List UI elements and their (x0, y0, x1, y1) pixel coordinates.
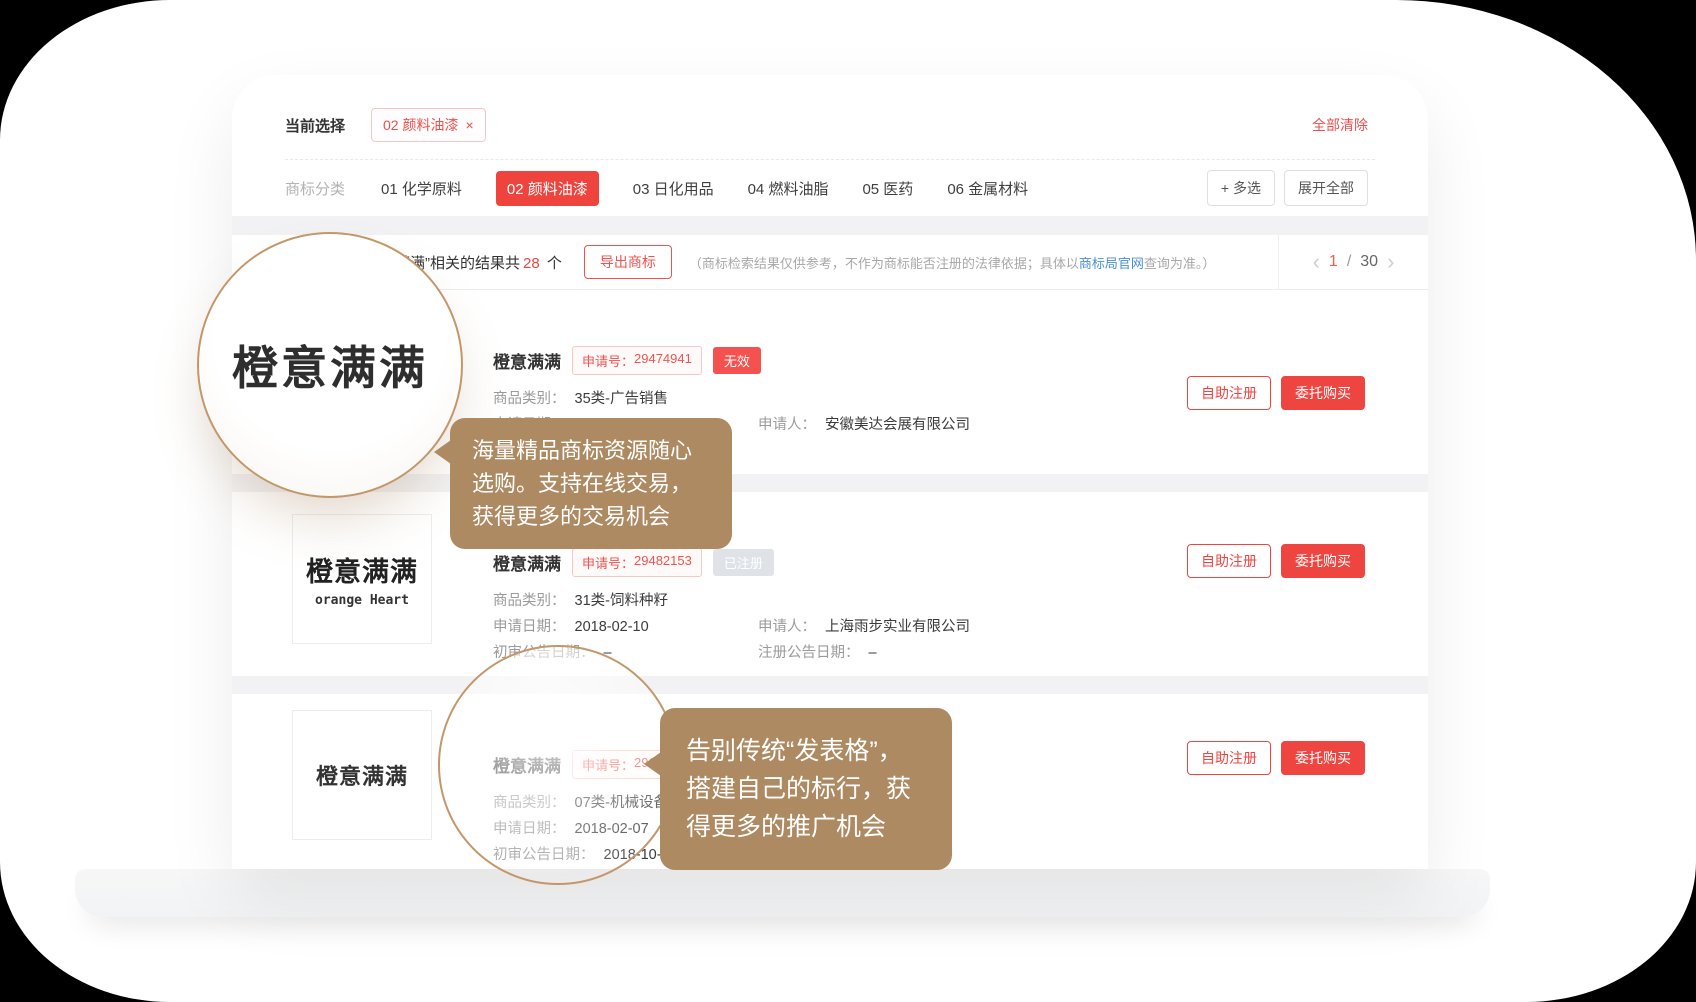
trademark-name: 橙意满满 (493, 752, 561, 777)
row-actions: 自助注册 委托购买 (1187, 376, 1365, 410)
category-bar: 商标分类 01 化学原料 02 颜料油漆 03 日化用品 04 燃料油脂 05 … (232, 160, 1428, 216)
category-value: 07类-机械设备 (575, 796, 668, 811)
trademark-search-window: 当前选择 02 颜料油漆 × 全部清除 商标分类 01 化学原料 02 颜料油漆… (232, 75, 1428, 869)
self-register-button[interactable]: 自助注册 (1187, 544, 1271, 578)
laptop-base (75, 869, 1490, 917)
entrust-purchase-button[interactable]: 委托购买 (1281, 544, 1365, 578)
trademark-office-link[interactable]: 商标局官网 (1079, 256, 1144, 271)
results-disclaimer: （商标检索结果仅供参考，不作为商标能否注册的法律依据；具体以商标局官网查询为准。… (689, 253, 1216, 272)
section-gap (232, 216, 1428, 235)
first-publication-label: 初审公告日期： (493, 848, 595, 863)
category-value: 35类-广告销售 (575, 392, 668, 407)
applicant-label: 申请人： (758, 418, 816, 433)
result-row-1: 橙意满满 申请号：29474941 无效 商品类别： 35类-广告销售 申请日期… (232, 290, 1428, 474)
first-publication-value: 2018-10-06 (604, 848, 678, 863)
category-value: 31类-饲料种籽 (575, 594, 668, 609)
page-separator: / (1347, 253, 1351, 271)
apply-date-label: 申请日期： (493, 418, 566, 433)
first-publication-label: 初审公告日期： (493, 646, 595, 661)
results-count: 28 (523, 255, 540, 272)
result-row-3: 橙意满满 橙意满满 申请号：29198321 商品类别： 07类-机械设备 申请… (232, 694, 1428, 869)
trademark-name: 橙意满满 (493, 550, 561, 575)
applicant-label: 申请人： (758, 620, 816, 635)
current-selection-label: 当前选择 (285, 115, 345, 136)
apply-date-label: 申请日期： (493, 822, 566, 837)
close-icon[interactable]: × (465, 117, 473, 133)
category-actions: + 多选 展开全部 (1207, 170, 1368, 206)
results-header: 为您检索到“橙意满满”相关的结果共28 个 导出商标 （商标检索结果仅供参考，不… (232, 235, 1428, 290)
row-actions: 自助注册 委托购买 (1187, 741, 1365, 775)
first-publication-value: – (604, 646, 612, 661)
category-bar-label: 商标分类 (285, 178, 345, 199)
multi-select-button[interactable]: + 多选 (1207, 170, 1275, 206)
application-number-tag: 申请号：29482153 (572, 548, 702, 577)
applicant-value: 安徽美达会展有限公司 (825, 418, 970, 433)
result-row-2: 橙意满满 orange Heart 橙意满满 申请号：29482153 已注册 … (232, 492, 1428, 676)
tab-06-metal[interactable]: 06 金属材料 (947, 178, 1028, 199)
next-page-icon[interactable]: › (1387, 251, 1394, 273)
apply-date-label: 申请日期： (493, 620, 566, 635)
registration-publication-value: – (869, 646, 877, 661)
prev-page-icon[interactable]: ‹ (1313, 251, 1320, 273)
tab-03-daily-chemical[interactable]: 03 日化用品 (633, 178, 714, 199)
results-summary: 为您检索到“橙意满满”相关的结果共28 个 (285, 252, 562, 273)
trademark-image: 橙意满满 (292, 710, 432, 840)
category-label: 商品类别： (493, 392, 566, 407)
total-pages: 30 (1360, 253, 1378, 271)
selected-filter-tag-label: 02 颜料油漆 (383, 115, 458, 135)
entrust-purchase-button[interactable]: 委托购买 (1281, 741, 1365, 775)
category-tabs: 01 化学原料 02 颜料油漆 03 日化用品 04 燃料油脂 05 医药 06… (381, 171, 1028, 206)
current-selection-bar: 当前选择 02 颜料油漆 × 全部清除 (232, 75, 1428, 145)
status-badge: 已注册 (713, 549, 774, 576)
tab-02-pigment-paint[interactable]: 02 颜料油漆 (496, 171, 599, 206)
selected-filter-tag[interactable]: 02 颜料油漆 × (371, 108, 486, 142)
tab-05-pharma[interactable]: 05 医药 (862, 178, 913, 199)
tab-04-fuel-grease[interactable]: 04 燃料油脂 (748, 178, 829, 199)
registration-publication-label: 注册公告日期： (758, 646, 860, 661)
application-number-tag: 申请号：29198321 (572, 750, 702, 779)
expand-all-button[interactable]: 展开全部 (1284, 170, 1368, 206)
row-gap (232, 676, 1428, 694)
export-trademarks-button[interactable]: 导出商标 (584, 245, 672, 279)
status-badge: 无效 (713, 347, 761, 374)
application-number-tag: 申请号：29474941 (572, 346, 702, 375)
applicant-value: 上海雨步实业有限公司 (825, 620, 970, 635)
clear-all-link[interactable]: 全部清除 (1312, 115, 1368, 135)
apply-date-value: 2018-03-07 (575, 418, 649, 433)
row-actions: 自助注册 委托购买 (1187, 544, 1365, 578)
trademark-image: 橙意满满 orange Heart (292, 514, 432, 644)
self-register-button[interactable]: 自助注册 (1187, 741, 1271, 775)
entrust-purchase-button[interactable]: 委托购买 (1281, 376, 1365, 410)
apply-date-value: 2018-02-07 (575, 822, 649, 837)
category-label: 商品类别： (493, 796, 566, 811)
current-page: 1 (1329, 253, 1338, 271)
trademark-name: 橙意满满 (493, 348, 561, 373)
category-label: 商品类别： (493, 594, 566, 609)
apply-date-value: 2018-02-10 (575, 620, 649, 635)
self-register-button[interactable]: 自助注册 (1187, 376, 1271, 410)
pagination: ‹ 1 / 30 › (1278, 235, 1428, 289)
tab-01-chemical[interactable]: 01 化学原料 (381, 178, 462, 199)
row-gap (232, 474, 1428, 492)
page-canvas: 当前选择 02 颜料油漆 × 全部清除 商标分类 01 化学原料 02 颜料油漆… (0, 0, 1696, 1002)
